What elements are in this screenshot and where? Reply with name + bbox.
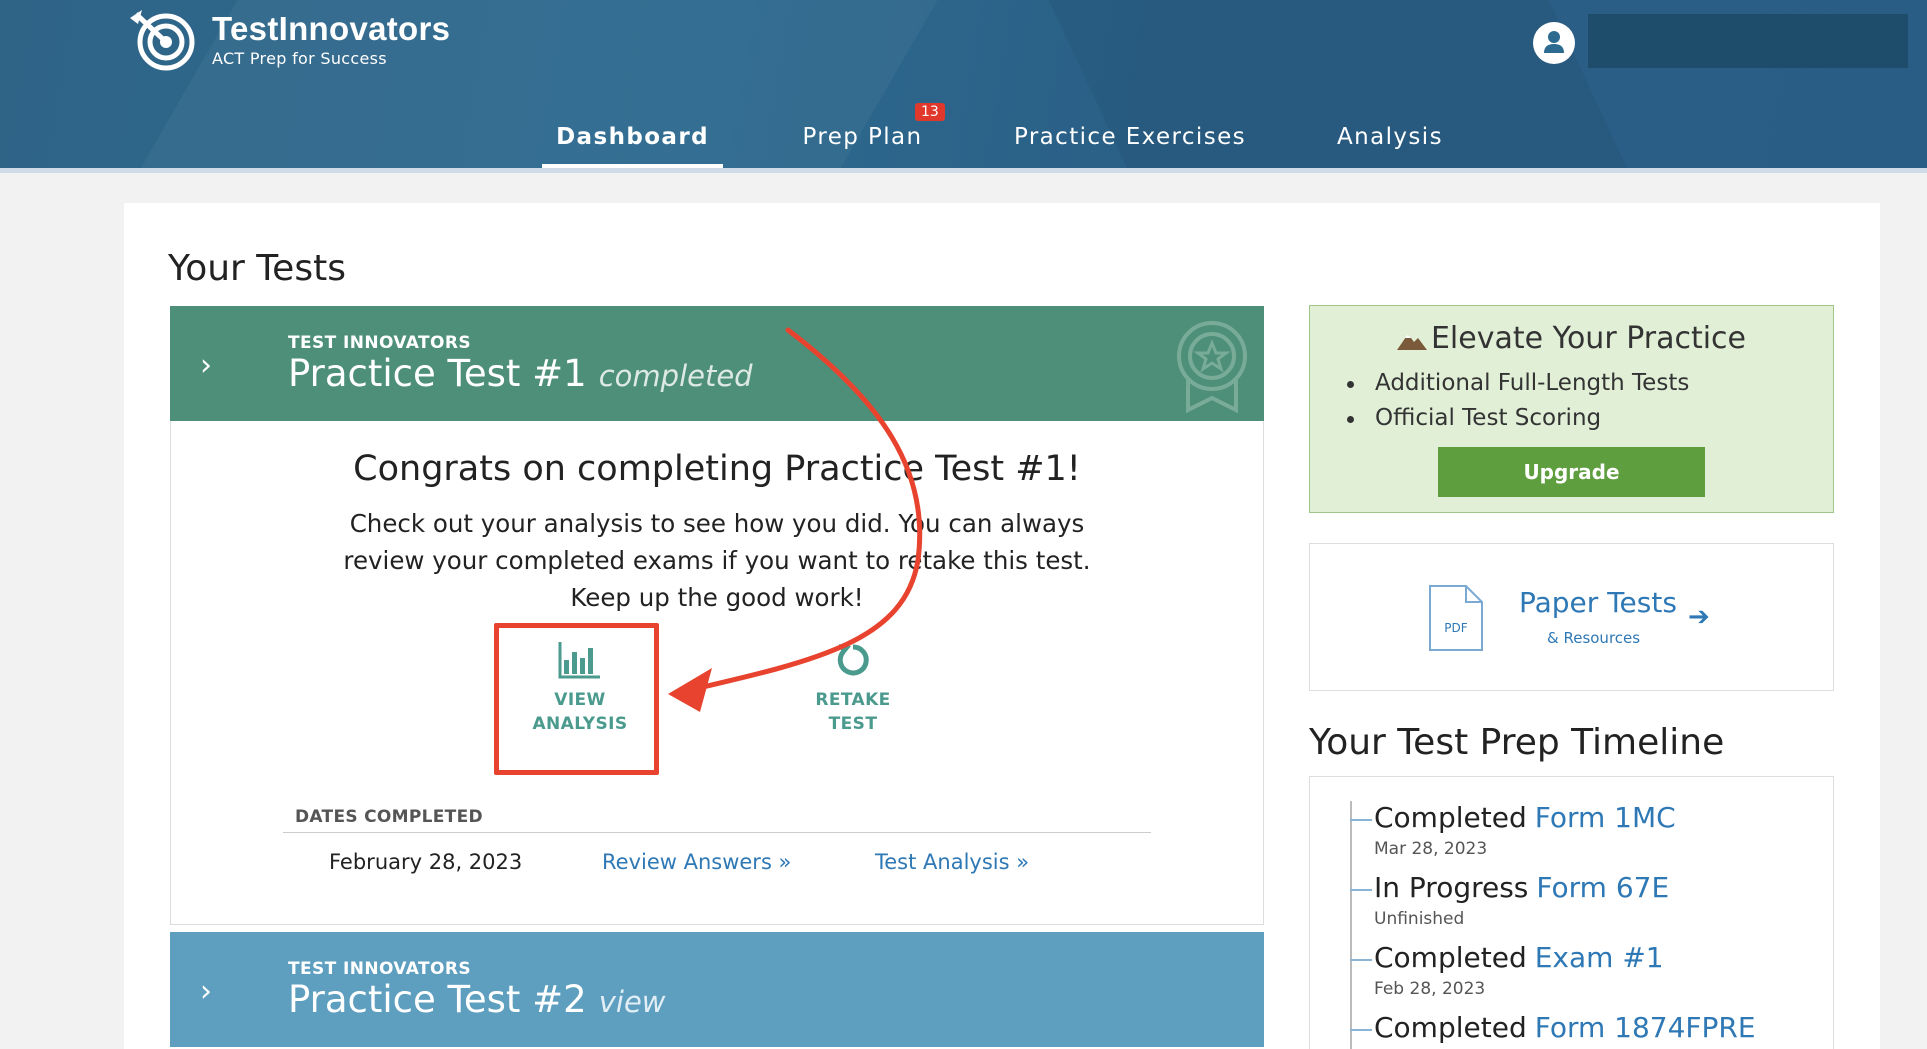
dates-completed-label: DATES COMPLETED [295, 807, 483, 827]
user-name-redacted[interactable] [1588, 14, 1908, 68]
tab-prep-plan[interactable]: Prep Plan [790, 120, 935, 168]
timeline-date: Unfinished [1374, 909, 1465, 929]
timeline-form-link[interactable]: Form 67E [1536, 871, 1669, 904]
timeline-status-text: Completed [1374, 801, 1527, 834]
your-tests-heading: Your Tests [168, 248, 346, 289]
brand-name: TestInnovators [212, 10, 451, 47]
elevate-practice-panel: Elevate Your Practice Additional Full-Le… [1309, 305, 1834, 513]
dates-divider [283, 832, 1151, 833]
test-title: Practice Test #2 view [288, 978, 666, 1021]
target-logo-icon[interactable] [128, 8, 200, 72]
test-title: Practice Test #1 completed [288, 352, 753, 395]
timeline-dash [1350, 819, 1372, 821]
elevate-feature-list: Additional Full-Length Tests Official Te… [1346, 366, 1689, 436]
pdf-label: PDF [1444, 621, 1467, 635]
timeline-heading: Your Test Prep Timeline [1309, 722, 1725, 763]
test-analysis-link[interactable]: Test Analysis » [875, 850, 1029, 874]
retake-test-button[interactable]: RETAKE TEST [773, 640, 933, 736]
brand[interactable]: TestInnovators ACT Prep for Success [212, 10, 450, 68]
list-item: Official Test Scoring [1346, 401, 1689, 436]
timeline-status: Completed Exam #1 [1374, 941, 1664, 974]
timeline-status-text: Completed [1374, 1011, 1527, 1044]
retake-refresh-icon [837, 644, 869, 676]
timeline-dash [1350, 959, 1372, 961]
paper-tests-title[interactable]: Paper Tests [1519, 586, 1677, 619]
notification-badge: 13 [915, 103, 945, 121]
paper-tests-subtitle: & Resources [1547, 629, 1641, 647]
main-nav: Dashboard Prep Plan Practice Exercises A… [0, 120, 1927, 170]
timeline-line [1350, 801, 1352, 1049]
timeline-form-link[interactable]: Exam #1 [1535, 941, 1664, 974]
timeline-form-link[interactable]: Form 1874FPRE [1535, 1011, 1756, 1044]
timeline-status: Completed Form 1874FPRE [1374, 1011, 1756, 1044]
award-medal-icon [1177, 321, 1247, 414]
mountain-icon [1396, 333, 1427, 350]
pdf-file-icon: PDF [1429, 585, 1483, 651]
timeline-status: In Progress Form 67E [1374, 871, 1669, 904]
tab-practice-exercises[interactable]: Practice Exercises [1010, 120, 1250, 168]
top-header: TestInnovators ACT Prep for Success Dash… [0, 0, 1927, 170]
retake-line2: TEST [828, 714, 878, 734]
timeline-panel: Completed Form 1MC Mar 28, 2023 In Progre… [1309, 776, 1834, 1049]
timeline-status-text: Completed [1374, 941, 1527, 974]
timeline-status: Completed Form 1MC [1374, 801, 1676, 834]
tab-analysis[interactable]: Analysis [1330, 120, 1450, 168]
elevate-heading-text: Elevate Your Practice [1430, 321, 1747, 356]
test-title-text: Practice Test #1 [288, 352, 587, 395]
upgrade-button[interactable]: Upgrade [1438, 447, 1705, 497]
tab-dashboard[interactable]: Dashboard [542, 120, 723, 168]
congrats-description: Check out your analysis to see how you d… [343, 509, 1091, 612]
test-title-text: Practice Test #2 [288, 978, 587, 1021]
timeline-form-link[interactable]: Form 1MC [1535, 801, 1676, 834]
test-card-header-1[interactable]: › TEST INNOVATORS Practice Test #1 comple… [170, 306, 1264, 421]
test-status: view [598, 985, 666, 1019]
user-avatar-icon[interactable] [1533, 22, 1575, 64]
test-status: completed [598, 359, 753, 393]
elevate-heading: Elevate Your Practice [1310, 321, 1833, 356]
timeline-date: Feb 28, 2023 [1374, 979, 1486, 999]
timeline-date: Mar 28, 2023 [1374, 839, 1488, 859]
arrow-right-icon[interactable]: ➔ [1688, 602, 1710, 632]
timeline-dash [1350, 889, 1372, 891]
test-brand-label: TEST INNOVATORS [288, 333, 471, 353]
brand-tagline: ACT Prep for Success [212, 49, 387, 68]
paper-tests-panel[interactable]: PDF Paper Tests & Resources ➔ [1309, 543, 1834, 691]
test-card-header-2[interactable]: › TEST INNOVATORS Practice Test #2 view [170, 932, 1264, 1047]
annotation-highlight-box [494, 623, 659, 775]
header-divider [0, 168, 1927, 173]
chevron-right-icon[interactable]: › [200, 348, 212, 383]
test-brand-label: TEST INNOVATORS [288, 959, 471, 979]
retake-line1: RETAKE [815, 690, 891, 710]
timeline-dash [1350, 1029, 1372, 1031]
review-answers-link[interactable]: Review Answers » [602, 850, 791, 874]
congrats-heading: Congrats on completing Practice Test #1! [353, 449, 1081, 489]
completed-date: February 28, 2023 [329, 850, 523, 874]
list-item: Additional Full-Length Tests [1346, 366, 1689, 401]
chevron-right-icon[interactable]: › [200, 974, 212, 1009]
timeline-status-text: In Progress [1374, 871, 1529, 904]
